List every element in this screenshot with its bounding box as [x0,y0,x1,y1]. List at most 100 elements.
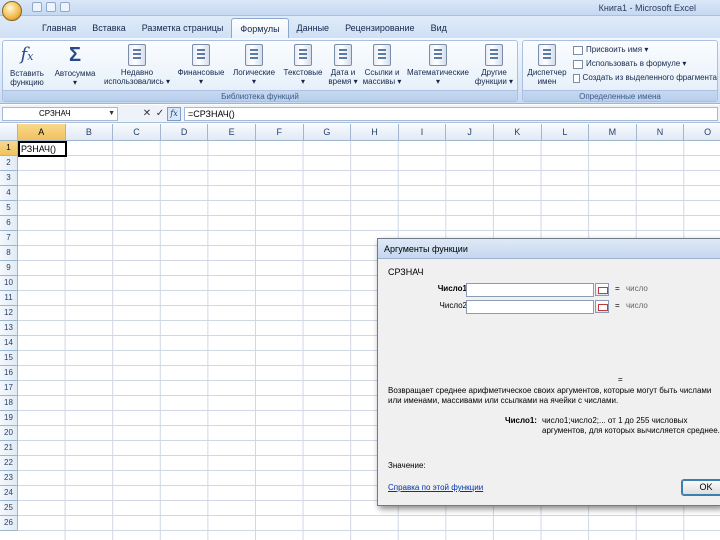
row-header[interactable]: 2 [0,156,18,171]
row-header[interactable]: 1 [0,141,18,156]
recent-functions-button[interactable]: Недавно использовались ▾ [101,43,173,90]
column-header[interactable]: A [18,124,66,141]
argument-label: Число2 [439,301,467,310]
active-cell-a1[interactable]: РЗНАЧ() [18,141,67,157]
function-name: СРЗНАЧ [388,267,424,277]
help-link[interactable]: Справка по этой функции [388,483,483,492]
function-arguments-dialog: Аргументы функции СРЗНАЧ Число1 = число … [377,238,720,506]
column-header[interactable]: M [589,124,637,141]
collapse-dialog-icon[interactable] [595,283,609,296]
tab-review[interactable]: Рецензирование [337,18,423,38]
row-header[interactable]: 16 [0,366,18,381]
column-header[interactable]: E [208,124,256,141]
name-manager-icon [538,44,556,66]
row-header[interactable]: 20 [0,426,18,441]
name-box[interactable]: СРЗНАЧ ▼ [2,107,118,121]
selection-icon [573,73,580,83]
enter-icon[interactable]: ✓ [154,108,166,120]
column-header[interactable]: J [446,124,494,141]
row-header[interactable]: 12 [0,306,18,321]
column-header[interactable]: L [541,124,590,141]
datetime-functions-button[interactable]: Дата и время ▾ [327,43,359,90]
row-header[interactable]: 7 [0,231,18,246]
row-header[interactable]: 17 [0,381,18,396]
tab-data[interactable]: Данные [289,18,338,38]
undo-icon[interactable] [46,2,56,12]
use-in-formula-button[interactable]: Использовать в формуле ▾ [573,58,686,70]
column-header[interactable]: H [351,124,399,141]
formula-input[interactable]: =СРЗНАЧ() [184,107,718,121]
create-from-selection-button[interactable]: Создать из выделенного фрагмента [573,72,717,84]
row-header[interactable]: 18 [0,396,18,411]
name-manager-button[interactable]: Диспетчер имен [525,43,569,90]
assign-name-button[interactable]: Присвоить имя ▾ [573,44,648,56]
row-header[interactable]: 21 [0,441,18,456]
office-button[interactable] [2,1,22,21]
column-header[interactable]: F [255,124,304,141]
cancel-icon[interactable]: ✕ [141,108,153,120]
function-description: Возвращает среднее арифметическое своих … [388,386,712,405]
row-header[interactable]: 22 [0,456,18,471]
book-icon [334,44,352,66]
logical-functions-button[interactable]: Логические ▾ [229,43,279,90]
row-header[interactable]: 9 [0,261,18,276]
function-library-group: fx Вставить функцию Σ Автосумма ▾ Недавн… [2,40,518,102]
row-header[interactable]: 10 [0,276,18,291]
collapse-dialog-icon[interactable] [595,300,609,313]
book-icon [485,44,503,66]
row-header[interactable]: 6 [0,216,18,231]
quick-access-toolbar [32,2,70,12]
tab-insert[interactable]: Вставка [84,18,133,38]
row-header[interactable]: 24 [0,486,18,501]
row-header[interactable]: 25 [0,501,18,516]
formula-bar: СРЗНАЧ ▼ ✕ ✓ fx =СРЗНАЧ() [0,105,720,123]
argument-label: Число1 [437,284,467,293]
tab-home[interactable]: Главная [34,18,84,38]
tab-page-layout[interactable]: Разметка страницы [134,18,232,38]
more-functions-button[interactable]: Другие функции ▾ [473,43,515,90]
column-header[interactable]: O [684,124,720,141]
row-header[interactable]: 19 [0,411,18,426]
row-header[interactable]: 8 [0,246,18,261]
row-headers: 1 2 3 4 5 6 7 8 9 10 11 12 13 14 15 16 17 18 19 20 21 22 23 24 2… [0,141,18,531]
row-header[interactable]: 5 [0,201,18,216]
save-icon[interactable] [32,2,42,12]
row-header[interactable]: 26 [0,516,18,531]
autosum-button[interactable]: Σ Автосумма ▾ [51,43,99,90]
defined-names-group: Диспетчер имен Присвоить имя ▾ Использов… [522,40,718,102]
row-header[interactable]: 13 [0,321,18,336]
argument-hint: число [626,301,648,310]
text-functions-button[interactable]: Текстовые ▾ [281,43,325,90]
insert-function-icon[interactable]: fx [167,107,181,121]
chevron-down-icon[interactable]: ▼ [108,108,115,120]
column-header[interactable]: N [636,124,685,141]
column-header[interactable]: G [303,124,352,141]
column-headers: ABCDEFGHIJKLMNO [18,124,720,141]
financial-functions-button[interactable]: Финансовые ▾ [175,43,227,90]
select-all-corner[interactable] [0,124,18,141]
dialog-title: Аргументы функции [378,239,720,259]
number1-input[interactable] [466,283,594,297]
result-label: Значение: [388,461,426,470]
number2-input[interactable] [466,300,594,314]
column-header[interactable]: C [113,124,161,141]
row-header[interactable]: 14 [0,336,18,351]
book-icon [373,44,391,66]
fx-icon: fx [20,44,34,65]
row-header[interactable]: 15 [0,351,18,366]
row-header[interactable]: 3 [0,171,18,186]
insert-function-button[interactable]: fx Вставить функцию [5,43,49,90]
lookup-functions-button[interactable]: Ссылки и массивы ▾ [361,43,403,90]
column-header[interactable]: K [493,124,542,141]
math-functions-button[interactable]: Математические ▾ [405,43,471,90]
redo-icon[interactable] [60,2,70,12]
row-header[interactable]: 23 [0,471,18,486]
tab-formulas[interactable]: Формулы [231,18,289,38]
column-header[interactable]: D [160,124,209,141]
row-header[interactable]: 4 [0,186,18,201]
column-header[interactable]: B [65,124,114,141]
column-header[interactable]: I [398,124,447,141]
row-header[interactable]: 11 [0,291,18,306]
tab-view[interactable]: Вид [423,18,455,38]
ok-button[interactable]: OK [681,479,720,496]
